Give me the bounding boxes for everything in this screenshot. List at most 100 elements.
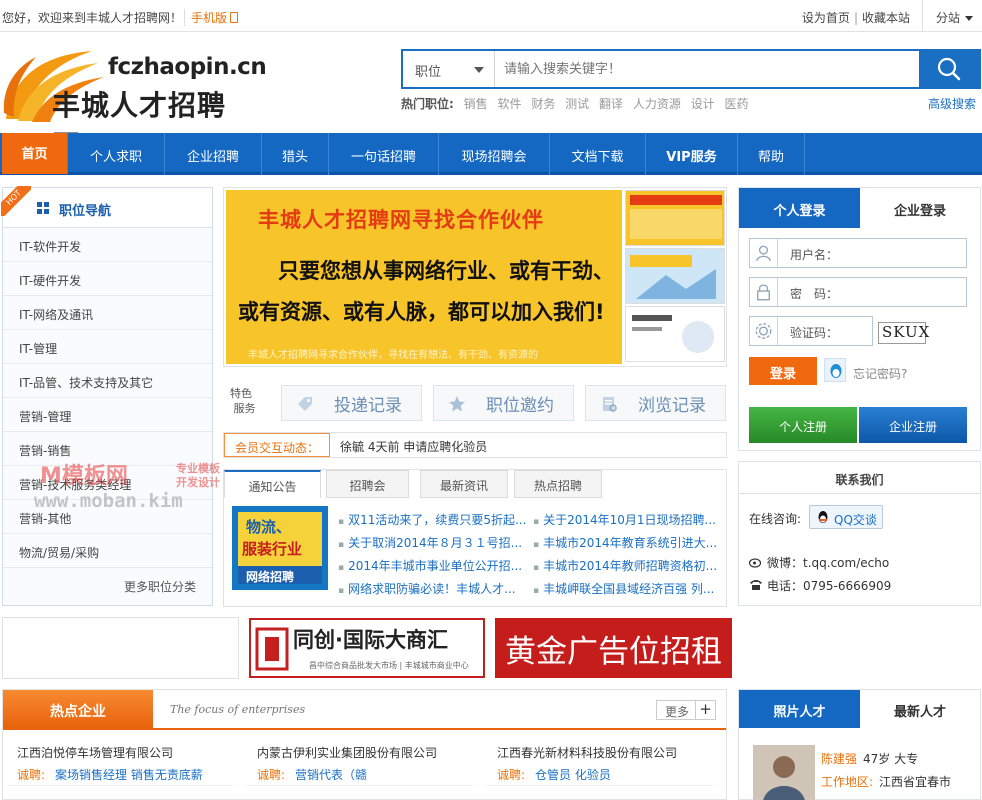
search-input[interactable] xyxy=(496,51,919,87)
tab-job-fair[interactable]: 招聘会 xyxy=(326,470,409,498)
nav-vip-service[interactable]: VIP服务 xyxy=(646,133,738,175)
tab-personal-login[interactable]: 个人登录 xyxy=(739,188,860,228)
news-link[interactable]: 关于取消2014年８月３１号招... xyxy=(338,534,522,551)
tab-latest-talent[interactable]: 最新人才 xyxy=(860,690,980,728)
ad-slot-empty xyxy=(2,617,239,679)
nav-company-hiring[interactable]: 企业招聘 xyxy=(165,133,262,175)
more-categories-link[interactable]: 更多职位分类 xyxy=(124,578,196,595)
banner-line-2: 或有资源、或有人脉，都可以加入我们! xyxy=(238,300,605,324)
password-field[interactable]: 密 码： xyxy=(749,277,967,307)
nav-home[interactable]: 首页 xyxy=(2,133,68,174)
promo-line-3: 网络招聘 xyxy=(246,570,295,584)
username-field[interactable]: 用户名： xyxy=(749,238,967,268)
ad-gold-slot[interactable]: 黄金广告位招租 xyxy=(495,618,732,678)
divider xyxy=(3,728,726,730)
talent-photo[interactable] xyxy=(753,745,815,800)
hot-job-link[interactable]: 测试 xyxy=(565,97,589,111)
hot-job-link[interactable]: 人力资源 xyxy=(633,97,681,111)
caret-down-icon xyxy=(965,16,974,21)
delivery-records-button[interactable]: 投递记录 xyxy=(281,385,422,421)
news-link[interactable]: 2014年丰城市事业单位公开招... xyxy=(338,557,522,574)
news-link[interactable]: 丰城市2014年教育系统引进大... xyxy=(533,534,717,551)
job-invitation-button[interactable]: 职位邀约 xyxy=(433,385,574,421)
tab-photo-talent[interactable]: 照片人才 xyxy=(739,690,860,728)
tab-company-login[interactable]: 企业登录 xyxy=(860,188,980,228)
bookmark-link[interactable]: 收藏本站 xyxy=(862,11,910,25)
nav-job-fair[interactable]: 现场招聘会 xyxy=(439,133,550,175)
plus-icon: + xyxy=(695,701,715,719)
company-card[interactable]: 江西泊悦停车场管理有限公司 诚聘: 案场销售经理 销售无责底薪 xyxy=(7,736,233,786)
weibo-line[interactable]: 微博：t.qq.com/echo xyxy=(748,554,889,571)
banner-line-1: 只要您想从事网络行业、或有干劲、 xyxy=(278,259,614,283)
sidebar-item[interactable]: 物流/贸易/采购 xyxy=(3,534,212,568)
news-link[interactable]: 关于2014年10月1日现场招聘... xyxy=(533,511,716,528)
banner-thumb[interactable] xyxy=(625,190,725,246)
nav-headhunter[interactable]: 猎头 xyxy=(262,133,329,175)
banner-thumb[interactable] xyxy=(625,306,725,362)
captcha-image[interactable]: SKUX xyxy=(878,322,929,344)
search-button[interactable] xyxy=(919,51,979,87)
hot-job-link[interactable]: 销售 xyxy=(464,97,488,111)
activity-label: 会员交互动态： xyxy=(224,433,331,457)
sidebar-item[interactable]: 营销-管理 xyxy=(3,398,212,432)
sidebar-item[interactable]: IT-品管、技术支持及其它 xyxy=(3,364,212,398)
hot-job-link[interactable]: 翻译 xyxy=(599,97,623,111)
tongchuang-logo-icon xyxy=(255,627,289,671)
banner-main[interactable]: 丰城人才招聘网寻找合作伙伴 只要您想从事网络行业、或有干劲、 或有资源、或有人脉… xyxy=(226,190,622,364)
login-button[interactable]: 登录 xyxy=(749,357,817,385)
site-logo[interactable]: fczhaopin.cn 丰城人才招聘网 xyxy=(2,47,267,162)
hot-job-link[interactable]: 软件 xyxy=(497,97,521,111)
tab-hot-hiring[interactable]: 热点招聘 xyxy=(514,470,602,498)
tab-notice[interactable]: 通知公告 xyxy=(224,470,321,498)
company-card[interactable]: 内蒙古伊利实业集团股份有限公司 诚聘: 营销代表（赣 xyxy=(247,736,473,786)
advanced-search-link[interactable]: 高级搜索 xyxy=(928,95,976,112)
logistics-promo-image[interactable]: 物流、 服装行业 网络招聘 xyxy=(232,506,328,590)
company-name[interactable]: 江西春光新材料科技股份有限公司 xyxy=(497,744,677,761)
browse-records-button[interactable]: 浏览记录 xyxy=(585,385,726,421)
feature-service-label: 特色 服务 xyxy=(230,387,256,415)
banner-thumb[interactable] xyxy=(625,248,725,304)
nav-one-line-hiring[interactable]: 一句话招聘 xyxy=(329,133,439,175)
news-link[interactable]: 丰城岬联全国县域经济百强 列... xyxy=(533,580,714,597)
ad-tongchuang[interactable]: 同创·国际大商汇 昌中综合商品批发大市场 | 丰城城市商业中心 xyxy=(249,618,485,678)
nav-document-download[interactable]: 文档下载 xyxy=(550,133,646,175)
hot-job-link[interactable]: 医药 xyxy=(725,97,749,111)
qq-chat-button[interactable]: QQ交谈 xyxy=(809,505,883,529)
hot-ribbon: HOT xyxy=(1,186,31,216)
member-activity-bar: 会员交互动态： 徐毓 4天前 申请应聘化验员 xyxy=(223,432,727,458)
sidebar-item[interactable]: IT-网络及通讯 xyxy=(3,296,212,330)
sidebar-item[interactable]: IT-管理 xyxy=(3,330,212,364)
hot-job-link[interactable]: 财务 xyxy=(531,97,555,111)
qq-login-icon[interactable] xyxy=(824,358,846,382)
sidebar-item[interactable]: IT-硬件开发 xyxy=(3,262,212,296)
sidebar-item[interactable]: IT-软件开发 xyxy=(3,228,212,262)
news-link[interactable]: 双11活动来了，续费只要5折起... xyxy=(338,511,526,528)
hot-companies-subtitle: The focus of enterprises xyxy=(170,703,306,716)
set-home-link[interactable]: 设为首页 xyxy=(802,11,850,25)
contact-title: 联系我们 xyxy=(739,462,980,494)
activity-text[interactable]: 徐毓 4天前 申请应聘化验员 xyxy=(340,438,487,455)
talent-name-line[interactable]: 陈建强 47岁 大专 xyxy=(821,750,918,767)
company-name[interactable]: 内蒙古伊利实业集团股份有限公司 xyxy=(257,744,437,761)
nav-job-seeking[interactable]: 个人求职 xyxy=(68,133,165,175)
captcha-field[interactable]: 验证码： xyxy=(749,316,873,346)
thumb-image xyxy=(630,255,716,299)
more-companies-button[interactable]: 更多 + xyxy=(656,700,716,720)
branch-dropdown[interactable]: 分站 xyxy=(922,0,982,32)
main-nav: 首页 个人求职 企业招聘 猎头 一句话招聘 现场招聘会 文档下载 VIP服务 帮… xyxy=(0,133,982,175)
personal-register-button[interactable]: 个人注册 xyxy=(749,407,857,443)
company-register-button[interactable]: 企业注册 xyxy=(859,407,967,443)
mobile-version-link[interactable]: 手机版 xyxy=(184,9,239,26)
news-link[interactable]: 丰城市2014年教师招聘资格初... xyxy=(533,557,717,574)
forgot-password-link[interactable]: 忘记密码? xyxy=(853,365,907,382)
hot-job-link[interactable]: 设计 xyxy=(691,97,715,111)
search-type-select[interactable]: 职位 xyxy=(403,51,495,87)
company-card[interactable]: 江西春光新材料科技股份有限公司 诚聘: 仓管员 化验员 xyxy=(487,736,713,786)
news-link[interactable]: 网络求职防骗必读！丰城人才... xyxy=(338,580,515,597)
watermark: M模板网 专业模板 开发设计 www.moban.kim xyxy=(18,458,248,520)
partner-banner[interactable]: 丰城人才招聘网寻找合作伙伴 只要您想从事网络行业、或有干劲、 或有资源、或有人脉… xyxy=(223,187,727,367)
company-name[interactable]: 江西泊悦停车场管理有限公司 xyxy=(17,744,173,761)
weibo-icon xyxy=(748,558,762,568)
nav-help[interactable]: 帮助 xyxy=(738,133,805,175)
tab-latest-news[interactable]: 最新资讯 xyxy=(420,470,508,498)
